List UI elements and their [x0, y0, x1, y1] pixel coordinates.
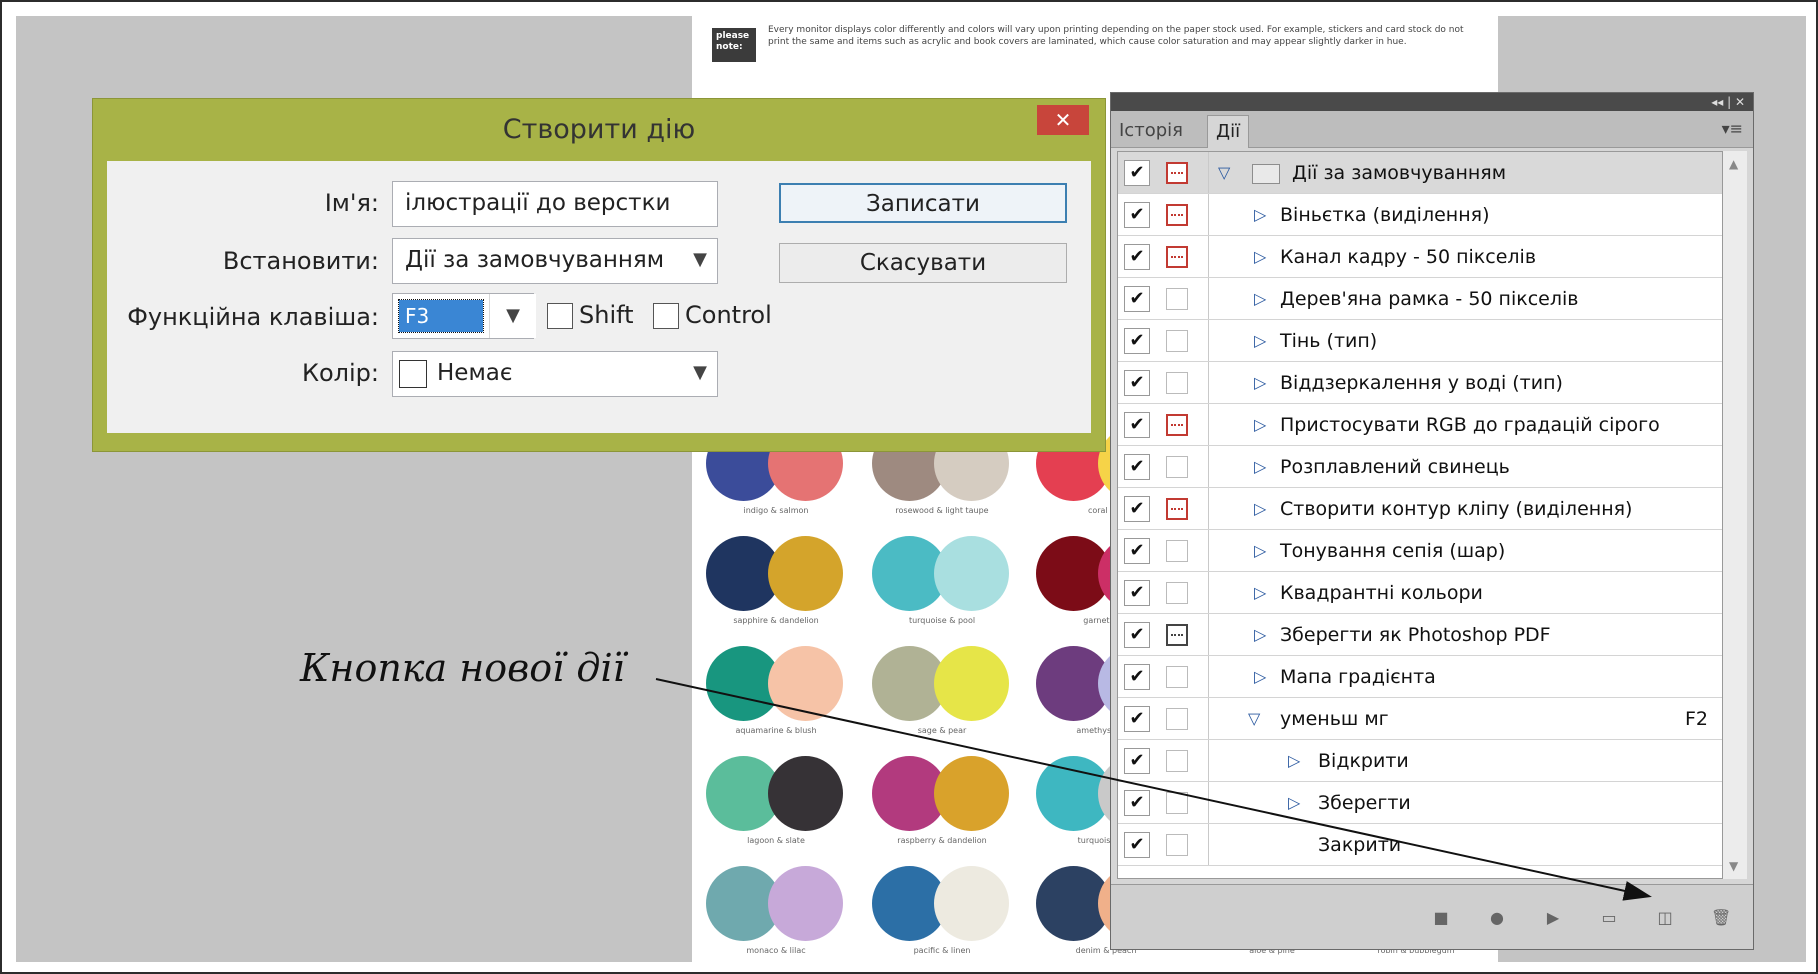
annotation-arrow — [655, 678, 1652, 901]
workspace-background: please note: Every monitor displays colo… — [16, 16, 1806, 962]
screenshot-frame: please note: Every monitor displays colo… — [0, 0, 1818, 974]
